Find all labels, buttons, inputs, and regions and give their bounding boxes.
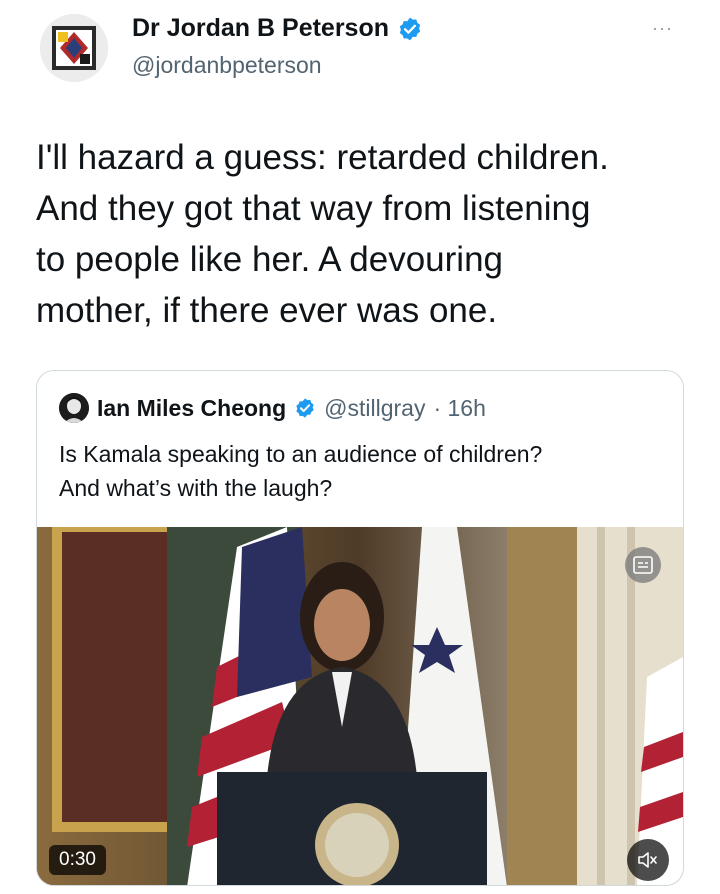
quoted-tweet-text: Is Kamala speaking to an audience of chi… <box>59 441 543 501</box>
quoted-author-avatar[interactable] <box>59 393 89 423</box>
quoted-author-name[interactable]: Ian Miles Cheong <box>97 395 286 422</box>
author-avatar[interactable] <box>40 14 108 82</box>
quoted-author-handle[interactable]: @stillgray <box>324 395 425 422</box>
verified-badge-icon <box>399 17 421 40</box>
video-player[interactable]: 0:30 <box>37 527 683 885</box>
tweet-text: I'll hazard a guess: retarded children. … <box>36 138 609 330</box>
verified-badge-icon <box>296 398 314 418</box>
video-frame <box>37 527 683 885</box>
video-duration: 0:30 <box>49 845 106 875</box>
quoted-tweet[interactable]: Ian Miles Cheong @stillgray · 16h Is Kam… <box>36 370 684 886</box>
speaker-muted-icon[interactable] <box>627 839 669 881</box>
author-handle[interactable]: @jordanbpeterson <box>132 52 322 79</box>
quoted-timestamp[interactable]: · 16h <box>433 395 485 422</box>
captions-icon[interactable] <box>625 547 661 583</box>
more-options-icon[interactable]: ··· <box>652 18 673 39</box>
author-name[interactable]: Dr Jordan B Peterson <box>132 14 389 43</box>
